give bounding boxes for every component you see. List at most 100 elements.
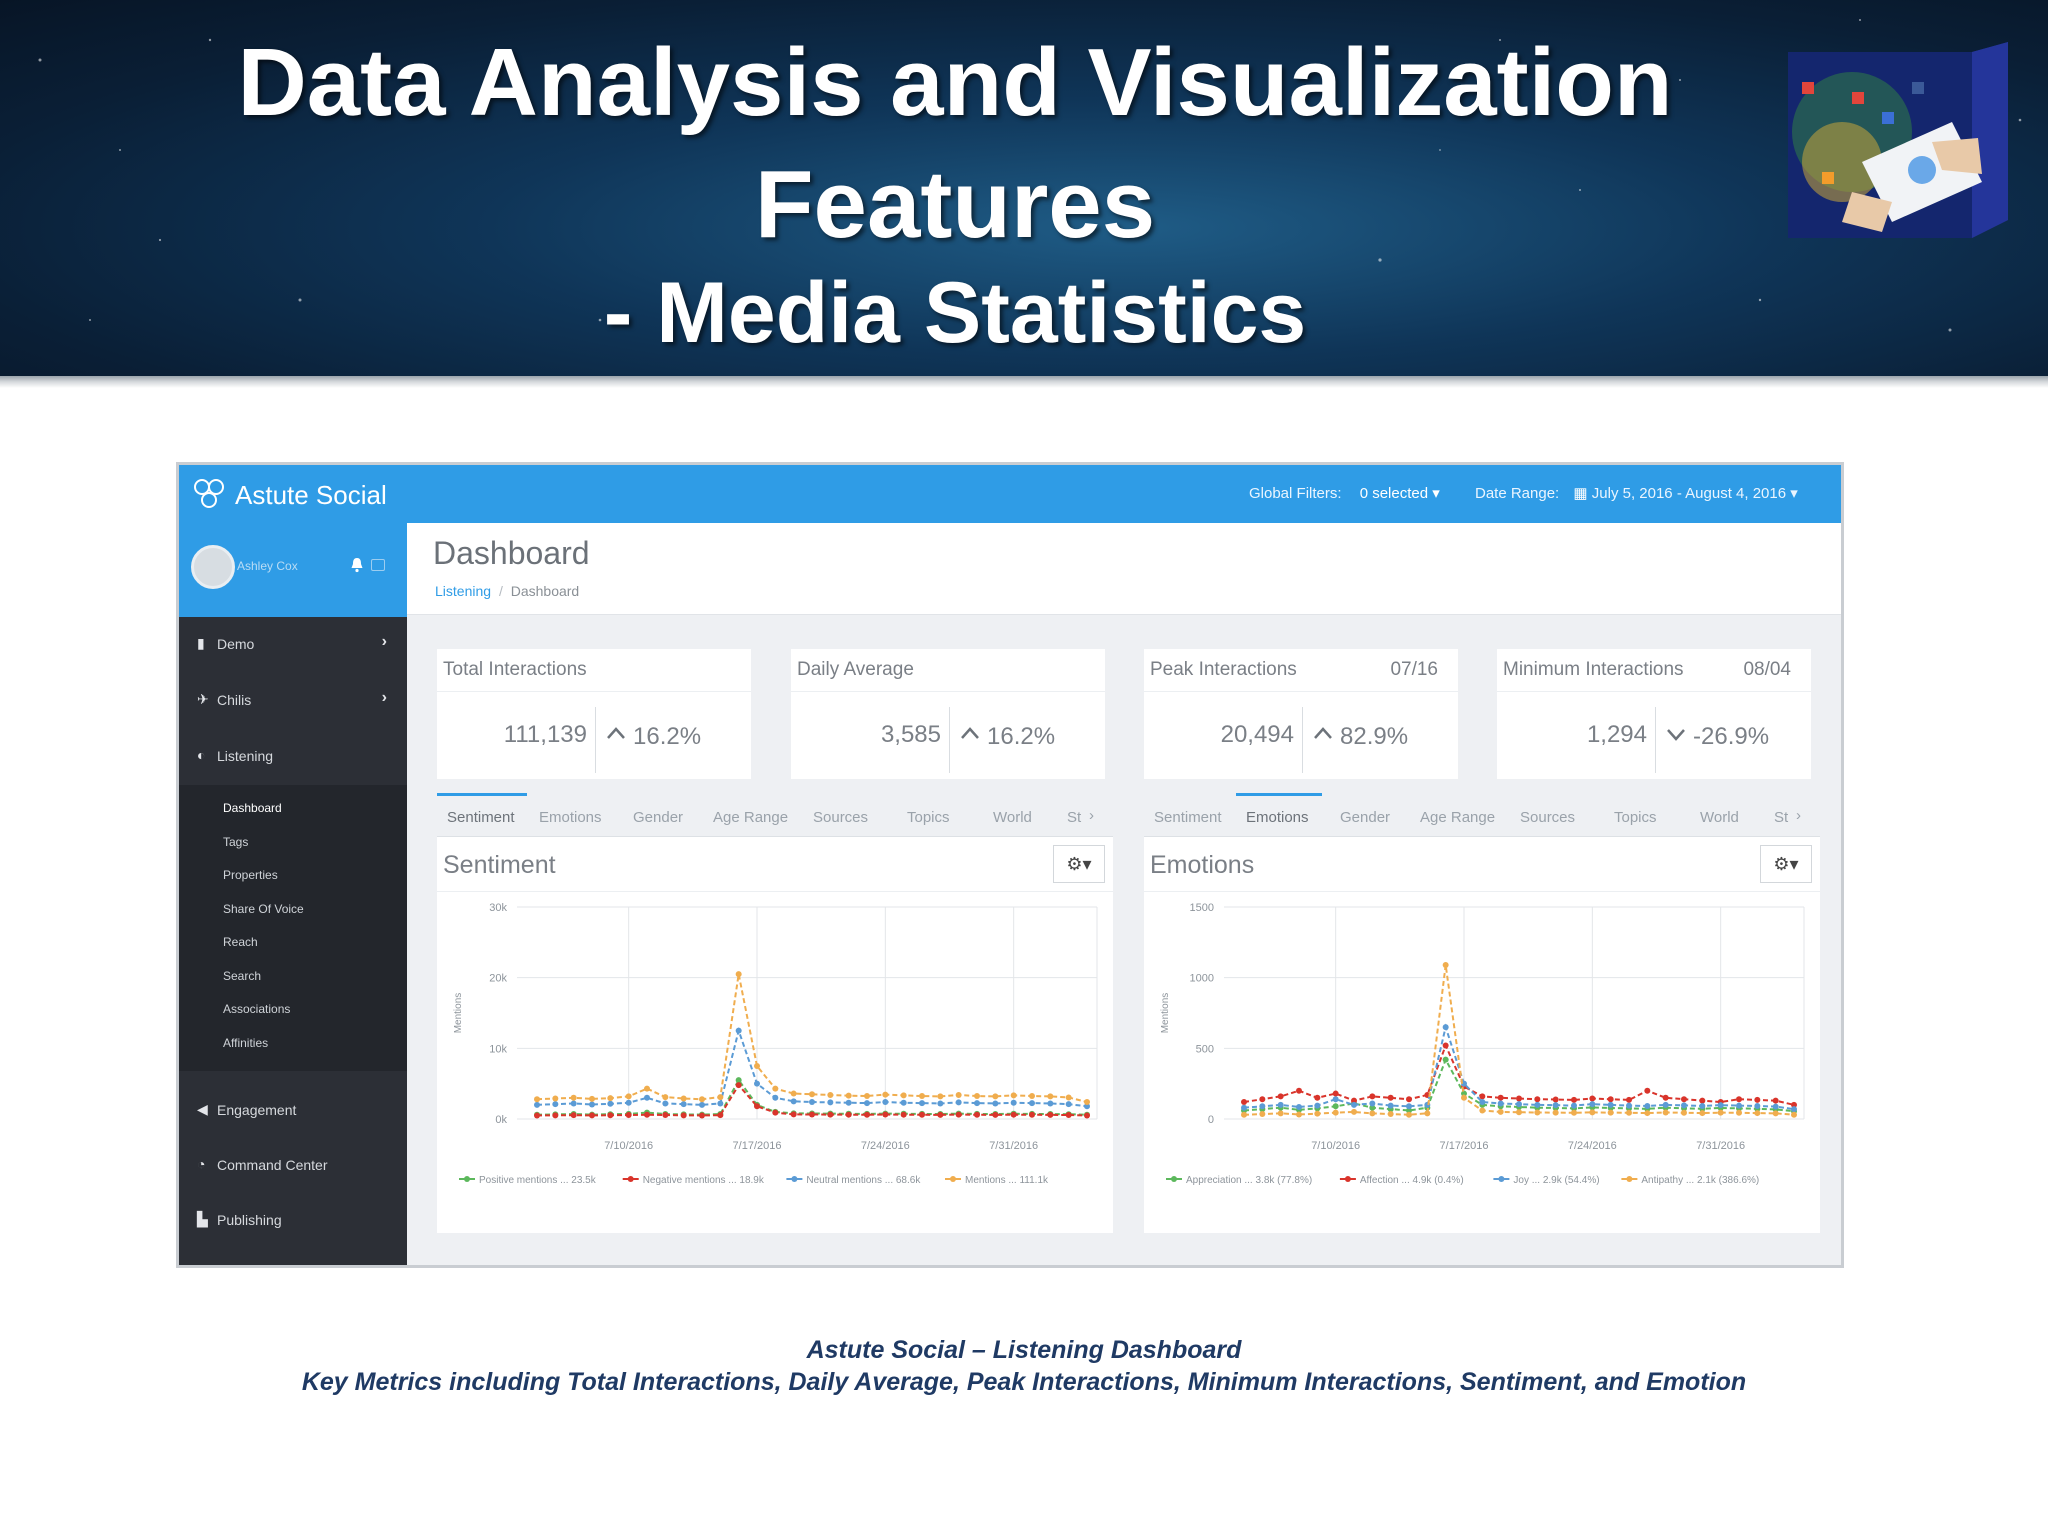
data-point[interactable] xyxy=(607,1095,614,1102)
data-point[interactable] xyxy=(754,1103,760,1110)
tab-sentiment[interactable]: Sentiment xyxy=(1154,809,1222,826)
user-name[interactable]: Ashley Cox xyxy=(237,559,298,573)
data-point[interactable] xyxy=(882,1111,889,1118)
data-point[interactable] xyxy=(644,1094,650,1101)
data-point[interactable] xyxy=(1754,1102,1761,1109)
data-point[interactable] xyxy=(992,1093,999,1100)
data-point[interactable] xyxy=(1626,1096,1632,1103)
data-point[interactable] xyxy=(1369,1100,1376,1107)
sidebar-subitem-reach[interactable]: Reach xyxy=(223,935,258,949)
data-point[interactable] xyxy=(1010,1092,1017,1099)
data-point[interactable] xyxy=(1387,1102,1394,1109)
data-point[interactable] xyxy=(1534,1096,1541,1103)
data-point[interactable] xyxy=(1534,1101,1541,1108)
data-point[interactable] xyxy=(1442,1024,1449,1031)
data-point[interactable] xyxy=(1644,1102,1651,1109)
data-point[interactable] xyxy=(1047,1093,1054,1100)
data-point[interactable] xyxy=(900,1099,907,1106)
legend-entry[interactable]: Antipathy ... 2.1k (386.6%) xyxy=(1641,1175,1759,1186)
data-point[interactable] xyxy=(900,1111,907,1118)
tab-emotions[interactable]: Emotions xyxy=(539,809,602,826)
data-point[interactable] xyxy=(864,1111,870,1118)
data-point[interactable] xyxy=(1699,1110,1706,1117)
data-point[interactable] xyxy=(717,1100,724,1107)
data-point[interactable] xyxy=(1241,1111,1247,1118)
data-point[interactable] xyxy=(1552,1109,1559,1116)
data-point[interactable] xyxy=(1369,1093,1376,1100)
data-point[interactable] xyxy=(1406,1103,1412,1110)
data-point[interactable] xyxy=(1626,1102,1632,1109)
data-point[interactable] xyxy=(1065,1112,1072,1119)
tab-emotions[interactable]: Emotions xyxy=(1246,809,1309,826)
data-point[interactable] xyxy=(589,1112,595,1119)
message-icon[interactable] xyxy=(371,559,385,571)
data-point[interactable] xyxy=(735,1027,742,1034)
data-point[interactable] xyxy=(937,1111,944,1118)
data-point[interactable] xyxy=(1644,1087,1651,1094)
tab-gender[interactable]: Gender xyxy=(1340,809,1390,826)
data-point[interactable] xyxy=(1241,1104,1247,1111)
data-point[interactable] xyxy=(1259,1096,1266,1103)
tab-sources[interactable]: Sources xyxy=(1520,809,1575,826)
data-point[interactable] xyxy=(1699,1102,1706,1109)
data-point[interactable] xyxy=(1277,1110,1284,1117)
data-point[interactable] xyxy=(1516,1109,1522,1116)
data-point[interactable] xyxy=(1387,1094,1394,1101)
sidebar-item-chilis[interactable]: ✈ Chilis › xyxy=(179,673,407,725)
data-point[interactable] xyxy=(717,1112,724,1119)
data-point[interactable] xyxy=(570,1100,577,1107)
legend-entry[interactable]: Negative mentions ... 18.9k xyxy=(643,1175,765,1186)
data-point[interactable] xyxy=(754,1063,760,1069)
data-point[interactable] xyxy=(1662,1094,1669,1101)
sidebar-subitem-search[interactable]: Search xyxy=(223,969,261,983)
data-point[interactable] xyxy=(1259,1111,1266,1118)
data-point[interactable] xyxy=(735,1082,742,1089)
data-point[interactable] xyxy=(717,1094,724,1101)
data-point[interactable] xyxy=(644,1111,650,1118)
data-point[interactable] xyxy=(1387,1111,1394,1118)
data-point[interactable] xyxy=(1644,1110,1651,1117)
data-point[interactable] xyxy=(1699,1097,1706,1104)
data-point[interactable] xyxy=(809,1091,815,1098)
tab-age-range[interactable]: Age Range xyxy=(1420,809,1495,826)
data-point[interactable] xyxy=(1029,1093,1035,1100)
data-point[interactable] xyxy=(864,1100,870,1107)
data-point[interactable] xyxy=(625,1093,632,1100)
data-point[interactable] xyxy=(937,1100,944,1107)
global-filters[interactable]: Global Filters: 0 selected ▾ xyxy=(1249,484,1440,502)
data-point[interactable] xyxy=(1516,1095,1522,1102)
data-point[interactable] xyxy=(882,1091,889,1098)
data-point[interactable] xyxy=(1607,1109,1614,1116)
data-point[interactable] xyxy=(1681,1102,1687,1109)
data-point[interactable] xyxy=(1314,1110,1321,1117)
data-point[interactable] xyxy=(845,1111,852,1118)
data-point[interactable] xyxy=(919,1093,925,1100)
data-point[interactable] xyxy=(1369,1110,1376,1117)
data-point[interactable] xyxy=(1681,1109,1687,1116)
tab-world[interactable]: World xyxy=(1700,809,1739,826)
data-point[interactable] xyxy=(790,1111,797,1118)
sidebar-subitem-tags[interactable]: Tags xyxy=(223,835,248,849)
data-point[interactable] xyxy=(1552,1102,1559,1109)
data-point[interactable] xyxy=(919,1100,925,1107)
data-point[interactable] xyxy=(1461,1094,1467,1101)
tab-st[interactable]: St xyxy=(1067,809,1081,826)
data-point[interactable] xyxy=(1791,1106,1797,1113)
data-point[interactable] xyxy=(662,1112,669,1119)
data-point[interactable] xyxy=(1626,1109,1632,1116)
data-point[interactable] xyxy=(1497,1100,1504,1107)
data-point[interactable] xyxy=(937,1093,944,1100)
date-range-value[interactable]: July 5, 2016 - August 4, 2016 ▾ xyxy=(1592,485,1798,502)
sidebar-item-command-center[interactable]: ◔ Command Center xyxy=(179,1138,407,1190)
data-point[interactable] xyxy=(1607,1096,1614,1103)
data-point[interactable] xyxy=(845,1092,852,1099)
data-point[interactable] xyxy=(1296,1111,1302,1118)
data-point[interactable] xyxy=(1479,1099,1486,1106)
data-point[interactable] xyxy=(1296,1087,1302,1094)
data-point[interactable] xyxy=(1277,1093,1284,1100)
data-point[interactable] xyxy=(1406,1096,1412,1103)
data-point[interactable] xyxy=(1351,1108,1357,1115)
data-point[interactable] xyxy=(1772,1110,1779,1117)
legend-entry[interactable]: Appreciation ... 3.8k (77.8%) xyxy=(1186,1175,1312,1186)
data-point[interactable] xyxy=(1552,1096,1559,1103)
